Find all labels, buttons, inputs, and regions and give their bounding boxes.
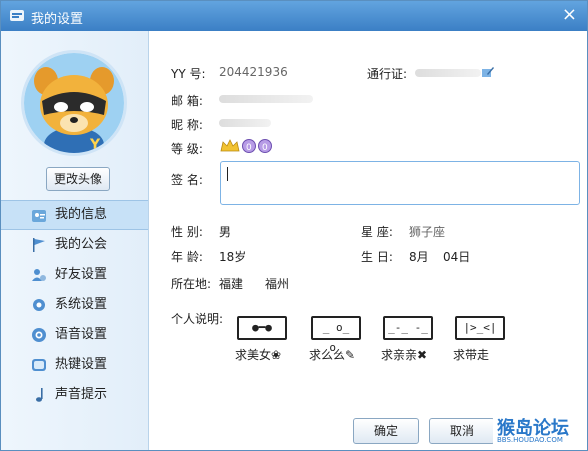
emoticon-item: |>_<| 求带走 [453, 316, 509, 362]
window-title: 我的设置 [31, 12, 84, 27]
sidebar-item-label: 声音提示 [55, 387, 108, 402]
signature-label: 签 名: [171, 173, 203, 187]
birthday-month: 8月 [409, 250, 429, 264]
nickname-redacted [219, 119, 271, 127]
title-bar: 我的设置 × [1, 1, 587, 31]
music-note-icon [36, 388, 43, 402]
level-badges-icon: 0 0 [220, 139, 272, 153]
close-icon[interactable]: × [562, 4, 577, 25]
sidebar-item-label: 我的信息 [55, 207, 108, 222]
sidebar-item-label: 语音设置 [55, 327, 108, 342]
birthday-day: 04日 [443, 250, 471, 264]
raccoon-mascot-icon: Y [24, 53, 124, 153]
age-value: 18岁 [219, 250, 247, 264]
sidebar-item-system-settings[interactable]: 系统设置 [1, 290, 148, 320]
location-province: 福建 [219, 277, 244, 291]
forum-watermark: 猴岛论坛 BBS.HOUDAO.COM [493, 414, 585, 448]
profile-panel: YY 号: 204421936 通行证: 邮 箱: 昵 称: 等 级: 0 0 … [149, 31, 587, 450]
svg-text:Y: Y [89, 137, 101, 153]
emoticon-face: |>_<| [455, 316, 505, 340]
emoticon-item: _‐_ ‐_ 求亲亲✖ [381, 316, 437, 362]
emoticon-item: _ o_ o_ 求么么✎ [309, 316, 365, 362]
passport-redacted [415, 69, 481, 77]
emoticon-face: _‐_ ‐_ [383, 316, 433, 340]
signature-input[interactable] [220, 161, 580, 205]
sidebar-item-my-info[interactable]: 我的信息 [1, 200, 148, 230]
sidebar-item-label: 好友设置 [55, 267, 108, 282]
gear-icon [33, 299, 45, 311]
settings-window-icon [10, 10, 24, 21]
edit-icon[interactable] [481, 65, 495, 79]
avatar[interactable]: Y [24, 53, 124, 153]
passport-label: 通行证: [367, 67, 408, 81]
emoticon-item: ●━● 求美女❀ [235, 316, 291, 362]
level-label: 等 级: [171, 142, 203, 156]
sidebar-item-label: 我的公会 [55, 237, 108, 252]
speaker-icon [32, 328, 46, 342]
settings-window: 我的设置 × Y 更改头像 我的信息 我的公会 好友设置 系统设置 语音设置 热… [0, 0, 588, 451]
sidebar: Y 更改头像 我的信息 我的公会 好友设置 系统设置 语音设置 热键设置 声音提… [1, 31, 149, 450]
location-city: 福州 [265, 277, 290, 291]
sidebar-item-hotkey-settings[interactable]: 热键设置 [1, 350, 148, 380]
text-caret [227, 166, 228, 181]
birthday-label: 生 日: [361, 250, 393, 264]
emoticon-caption: 求么么✎ [309, 348, 356, 362]
sidebar-item-label: 热键设置 [55, 357, 108, 372]
svg-text:0: 0 [262, 143, 268, 153]
yy-number-value: 204421936 [219, 65, 288, 79]
zodiac-label: 星 座: [361, 225, 393, 239]
age-label: 年 龄: [171, 250, 203, 264]
sidebar-item-friend-settings[interactable]: 好友设置 [1, 260, 148, 290]
cancel-button[interactable]: 取消 [429, 418, 495, 444]
email-redacted [219, 95, 313, 103]
gender-value: 男 [219, 225, 232, 239]
zodiac-value: 狮子座 [409, 225, 446, 239]
gender-label: 性 别: [171, 225, 203, 239]
nickname-label: 昵 称: [171, 118, 203, 132]
ok-button[interactable]: 确定 [353, 418, 419, 444]
friends-gear-icon [32, 269, 46, 281]
sidebar-item-voice-settings[interactable]: 语音设置 [1, 320, 148, 350]
sidebar-item-my-guild[interactable]: 我的公会 [1, 230, 148, 260]
sidebar-nav: 我的信息 我的公会 好友设置 系统设置 语音设置 热键设置 声音提示 [1, 200, 148, 410]
watermark-url: BBS.HOUDAO.COM [497, 436, 563, 444]
emoticon-caption: 求亲亲✖ [381, 348, 428, 362]
keyboard-icon [32, 359, 46, 371]
emoticon-face: ●━● [237, 316, 287, 340]
emoticon-caption: 求美女❀ [235, 348, 282, 362]
flag-icon [33, 238, 45, 252]
sidebar-item-label: 系统设置 [55, 297, 108, 312]
emoticon-face: _ o_ o_ [311, 316, 361, 354]
change-avatar-button[interactable]: 更改头像 [46, 167, 110, 191]
about-label: 个人说明: [171, 312, 224, 326]
email-label: 邮 箱: [171, 94, 203, 108]
emoticon-caption: 求带走 [453, 348, 490, 362]
sidebar-item-sound-alerts[interactable]: 声音提示 [1, 380, 148, 410]
svg-text:0: 0 [246, 143, 252, 153]
yy-number-label: YY 号: [171, 67, 206, 81]
profile-card-icon [32, 210, 46, 222]
location-label: 所在地: [171, 277, 212, 291]
